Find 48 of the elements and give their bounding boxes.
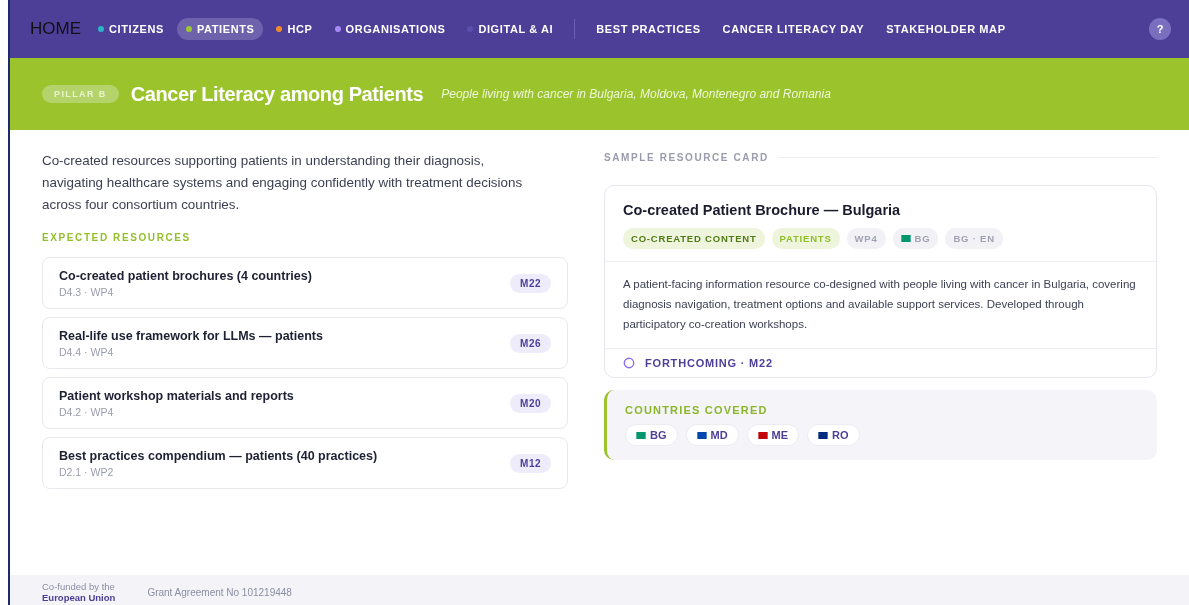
resource-card[interactable]: Real-life use framework for LLMs — patients D4.4 · WP4 M26 [42, 317, 568, 369]
resource-title: Real-life use framework for LLMs — patients [59, 328, 324, 343]
milestone-badge: M22 [510, 273, 551, 293]
tag: CO-CREATED CONTENT [623, 228, 765, 249]
resource-meta: D4.4 · WP4 [59, 345, 115, 358]
nav-tab[interactable]: HCP [267, 18, 322, 40]
resource-title: Best practices compendium — patients (40 practices) [59, 448, 379, 463]
status-label: FORTHCOMING · M22 [645, 357, 773, 369]
resource-meta: D2.1 · WP2 [59, 465, 115, 478]
nav-tab[interactable]: CANCER LITERACY DAY [713, 18, 874, 40]
page-title: Cancer Literacy among Patients [130, 82, 424, 106]
tag: BG · EN [945, 228, 1003, 249]
nav-tab[interactable]: DIGITAL & AI [458, 18, 563, 40]
funding-text: Co-funded by the [42, 581, 116, 592]
country-chip: ME [746, 424, 800, 446]
resource-meta: D4.3 · WP4 [59, 285, 115, 298]
intro-paragraph: Co-created resources supporting patients in understanding their diagnosis, navigating healthcare systems and engaging confidently with treatment decisions across four consortium countries. [42, 152, 524, 214]
resource-title: Patient workshop materials and reports [59, 388, 295, 403]
resource-card[interactable]: Co-created patient brochures (4 countries) D4.3 · WP4 M22 [42, 257, 568, 309]
help-button[interactable]: ? [1149, 18, 1171, 40]
milestone-badge: M12 [510, 453, 551, 473]
grant-text: Grant Agreement No 101219448 [147, 586, 292, 598]
resource-card[interactable]: Patient workshop materials and reports D4.2 · WP4 M20 [42, 377, 568, 429]
tag: WP4 [846, 228, 886, 249]
tag: PATIENTS [771, 228, 840, 249]
section-heading: SAMPLE RESOURCE CARD [604, 152, 769, 163]
nav-tab[interactable]: CITIZENS [89, 18, 173, 40]
circle-icon [623, 357, 635, 369]
section-heading: COUNTRIES COVERED [625, 404, 769, 416]
resource-title: Co-created patient brochures (4 countries) [59, 268, 313, 283]
nav-tab[interactable]: PATIENTS [176, 18, 264, 40]
section-heading: EXPECTED RESOURCES [42, 232, 192, 243]
nav-tab[interactable]: ORGANISATIONS [325, 18, 455, 40]
milestone-badge: M20 [510, 393, 551, 413]
resource-card[interactable]: Best practices compendium — patients (40 practices) D2.1 · WP2 M12 [42, 437, 568, 489]
card-title: Co-created Patient Brochure — Bulgaria [623, 202, 902, 218]
country-chip: RO [807, 424, 860, 446]
page-subtitle: People living with cancer in Bulgaria, Moldova, Montenegro and Romania [441, 87, 831, 101]
milestone-badge: M26 [510, 333, 551, 353]
country-chip: BG [625, 424, 678, 446]
funding-name: European Union [42, 592, 116, 603]
tag: BG [892, 228, 939, 249]
resource-meta: D4.2 · WP4 [59, 405, 115, 418]
card-description: A patient-facing information resource co-designed with people living with cancer in Bulgaria, covering diagnosis navigation, treatment options and available support services. Developed through participatory co-creation workshops. [605, 262, 1156, 349]
country-chip: MD [685, 424, 739, 446]
pillar-badge: PILLAR B [42, 85, 119, 103]
nav-tab[interactable]: STAKEHOLDER MAP [877, 18, 1015, 40]
nav-tab[interactable]: BEST PRACTICES [587, 18, 710, 40]
